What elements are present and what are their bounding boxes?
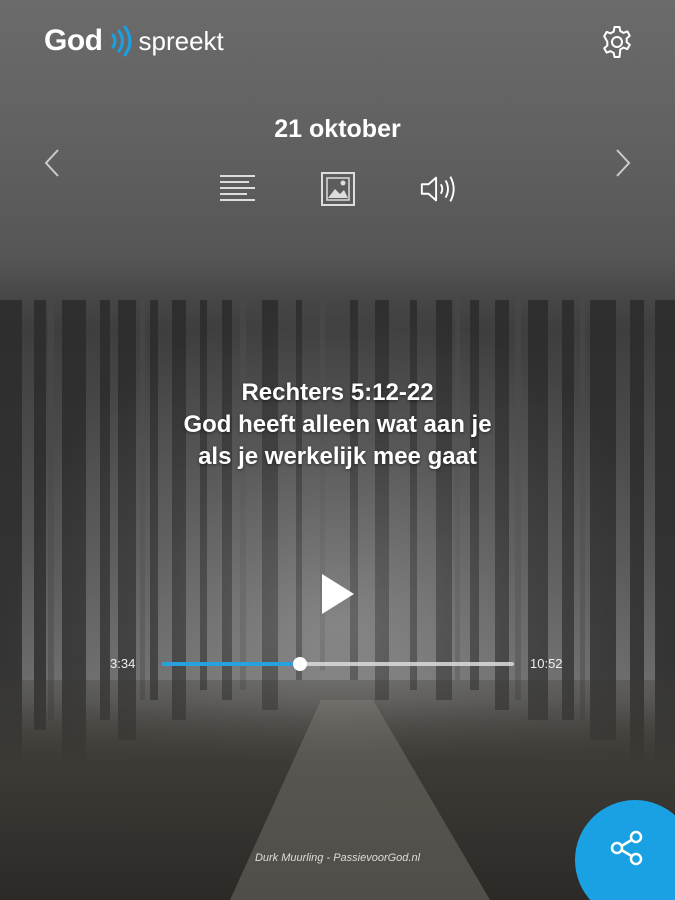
image-mode-button[interactable]: [319, 170, 357, 208]
audio-progress-bar[interactable]: [162, 657, 514, 671]
title-line-2: als je werkelijk mee gaat: [198, 443, 477, 470]
speaker-icon: [420, 176, 455, 202]
author-credit: Durk Muurling - PassievoorGod.nl: [254, 852, 421, 864]
title-line-1: God heeft alleen wat aan je: [183, 411, 492, 438]
devotional-title: Rechters 5:12-22 God heeft alleen wat aa…: [0, 377, 675, 473]
play-button[interactable]: [316, 570, 360, 618]
text-mode-button[interactable]: [219, 170, 257, 208]
total-time: 10:52: [530, 656, 563, 671]
sound-waves-icon: [111, 25, 131, 57]
app-logo: God spreekt: [44, 24, 224, 58]
image-icon: [320, 172, 355, 206]
scripture-reference: Rechters 5:12-22: [241, 379, 434, 406]
current-time: 3:34: [110, 656, 136, 671]
settings-button[interactable]: [599, 24, 635, 60]
gear-icon: [603, 26, 631, 58]
logo-text-god: God: [44, 24, 103, 57]
logo-text-spreekt: spreekt: [138, 25, 224, 56]
text-lines-icon: [219, 175, 255, 201]
audio-mode-button[interactable]: [419, 170, 457, 208]
devotional-date: 21 oktober: [274, 115, 401, 143]
app-header: God spreekt: [0, 0, 675, 85]
play-icon: [322, 574, 354, 614]
progress-fill: [162, 662, 301, 666]
content-mode-selector: [0, 170, 675, 208]
share-icon: [610, 830, 643, 866]
